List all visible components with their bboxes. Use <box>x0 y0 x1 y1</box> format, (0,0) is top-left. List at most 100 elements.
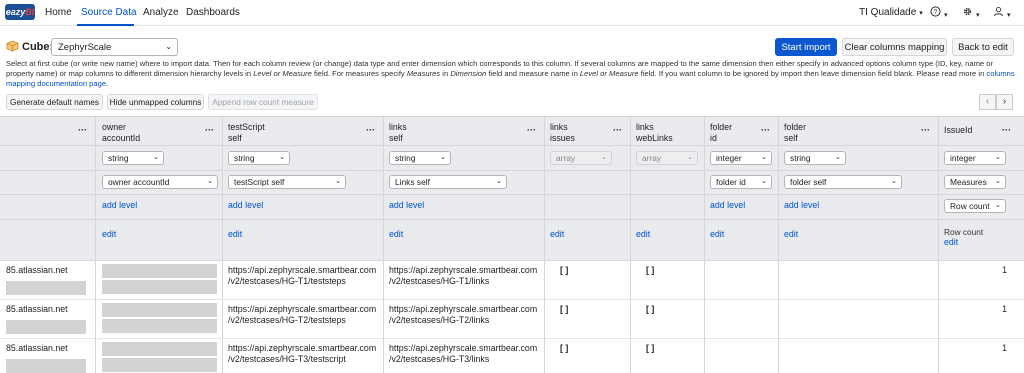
cube-icon <box>6 40 19 52</box>
column-menu-icon[interactable]: ··· <box>921 125 930 135</box>
edit-link[interactable]: edit <box>550 229 564 239</box>
dimension-select[interactable]: folder self ⌄ <box>784 175 902 189</box>
next-columns-button[interactable]: › <box>996 94 1013 110</box>
data-type-select[interactable]: string ⌄ <box>228 151 290 165</box>
chevron-down-icon: ⌄ <box>440 154 446 161</box>
column-menu-icon[interactable]: ··· <box>1002 125 1011 135</box>
chevron-down-icon: ⌄ <box>761 178 767 185</box>
back-to-edit-button[interactable]: Back to edit <box>952 38 1014 56</box>
column-menu-icon[interactable]: ··· <box>613 125 622 135</box>
nav-dashboards[interactable]: Dashboards <box>186 7 240 18</box>
redacted-value <box>102 358 217 372</box>
table-cell: 85.atlassian.net <box>6 343 68 353</box>
column-menu-icon[interactable]: ··· <box>761 125 770 135</box>
data-type-select[interactable]: string ⌄ <box>102 151 164 165</box>
column-title: folder self <box>784 122 807 143</box>
table-cell: https://api.zephyrscale.smartbear.com/v2… <box>389 265 538 286</box>
nav-source-data[interactable]: Source Data <box>81 7 137 18</box>
eazybi-logo[interactable]: eazyBI <box>5 4 35 20</box>
add-level-link[interactable]: add level <box>102 200 137 210</box>
redacted-value <box>6 281 86 295</box>
user-menu[interactable]: ▾ <box>993 6 1011 20</box>
dimension-select[interactable]: Measures ⌄ <box>944 175 1006 189</box>
data-type-select[interactable]: string ⌄ <box>784 151 846 165</box>
redacted-value <box>6 320 86 334</box>
column-title: IssueId <box>944 125 973 135</box>
grid-line <box>0 170 1024 171</box>
add-level-link[interactable]: add level <box>784 200 819 210</box>
chevron-down-icon: ▾ <box>1007 12 1011 19</box>
cube-select[interactable]: ZephyrScale ⌄ <box>51 38 178 56</box>
add-level-link[interactable]: add level <box>710 200 745 210</box>
cube-label: Cube: <box>22 41 54 53</box>
dimension-select[interactable]: testScript self ⌄ <box>228 175 346 189</box>
nav-analyze[interactable]: Analyze <box>143 7 179 18</box>
edit-link[interactable]: edit <box>102 229 116 239</box>
edit-link[interactable]: edit <box>944 237 958 247</box>
instructions-text: Select at first cube (or write new name)… <box>6 59 1015 88</box>
column-menu-icon[interactable]: ··· <box>78 125 87 135</box>
table-cell: [ ] <box>560 343 569 353</box>
redacted-value <box>102 303 217 317</box>
column-title: owner accountId <box>102 122 141 143</box>
grid-line <box>383 116 384 373</box>
column-menu-icon[interactable]: ··· <box>527 125 536 135</box>
table-cell: [ ] <box>560 265 569 275</box>
question-circle-icon: ? <box>930 6 941 17</box>
chevron-down-icon: ⌄ <box>601 154 607 161</box>
table-cell: https://api.zephyrscale.smartbear.com/v2… <box>228 265 377 286</box>
add-level-link[interactable]: add level <box>228 200 263 210</box>
grid-line <box>0 145 1024 146</box>
level-label: Row count <box>944 227 984 237</box>
data-type-select[interactable]: integer ⌄ <box>710 151 772 165</box>
edit-link[interactable]: edit <box>784 229 798 239</box>
data-type-select: array ⌄ <box>636 151 698 165</box>
dimension-select[interactable]: owner accountId ⌄ <box>102 175 218 189</box>
table-cell: [ ] <box>560 304 569 314</box>
table-cell: https://api.zephyrscale.smartbear.com/v2… <box>228 304 377 325</box>
nav-home[interactable]: Home <box>45 7 72 18</box>
clear-columns-mapping-button[interactable]: Clear columns mapping <box>842 38 947 56</box>
table-cell: https://api.zephyrscale.smartbear.com/v2… <box>389 343 538 364</box>
edit-link[interactable]: edit <box>636 229 650 239</box>
start-import-button[interactable]: Start import <box>775 38 837 56</box>
grid-line <box>630 116 631 373</box>
table-cell: https://api.zephyrscale.smartbear.com/v2… <box>389 304 538 325</box>
chevron-down-icon: ⌄ <box>995 154 1001 161</box>
chevron-down-icon: ⌄ <box>835 154 841 161</box>
edit-link[interactable]: edit <box>710 229 724 239</box>
generate-default-names-button[interactable]: Generate default names <box>6 94 103 110</box>
level-select[interactable]: Row count ⌄ <box>944 199 1006 213</box>
settings-menu[interactable]: ▾ <box>962 6 980 20</box>
data-type-select: array ⌄ <box>550 151 612 165</box>
help-menu[interactable]: ? ▾ <box>930 6 948 20</box>
chevron-down-icon: ⌄ <box>995 202 1001 209</box>
edit-link[interactable]: edit <box>389 229 403 239</box>
grid-line <box>95 116 96 373</box>
column-title: links issues <box>550 122 575 143</box>
append-row-count-measure-button[interactable]: Append row count measure <box>208 94 318 110</box>
data-type-select[interactable]: string ⌄ <box>389 151 451 165</box>
previous-columns-button[interactable]: ‹ <box>979 94 996 110</box>
column-title: links self <box>389 122 407 143</box>
redacted-value <box>102 342 217 356</box>
cube-select-value: ZephyrScale <box>58 42 112 53</box>
edit-link[interactable]: edit <box>228 229 242 239</box>
redacted-value <box>102 319 217 333</box>
column-menu-icon[interactable]: ··· <box>205 125 214 135</box>
data-type-select[interactable]: integer ⌄ <box>944 151 1006 165</box>
add-level-link[interactable]: add level <box>389 200 424 210</box>
column-title: folder id <box>710 122 733 143</box>
grid-line <box>0 194 1024 195</box>
redacted-value <box>102 264 217 278</box>
grid-line <box>222 116 223 373</box>
chevron-down-icon: ⌄ <box>761 154 767 161</box>
grid-line <box>938 116 939 373</box>
account-selector[interactable]: TI Qualidade ▾ <box>859 7 923 18</box>
hide-unmapped-columns-button[interactable]: Hide unmapped columns <box>107 94 204 110</box>
dimension-select[interactable]: Links self ⌄ <box>389 175 507 189</box>
chevron-down-icon: ⌄ <box>687 154 693 161</box>
dimension-select[interactable]: folder id ⌄ <box>710 175 772 189</box>
column-menu-icon[interactable]: ··· <box>366 125 375 135</box>
grid-line <box>0 260 1024 261</box>
